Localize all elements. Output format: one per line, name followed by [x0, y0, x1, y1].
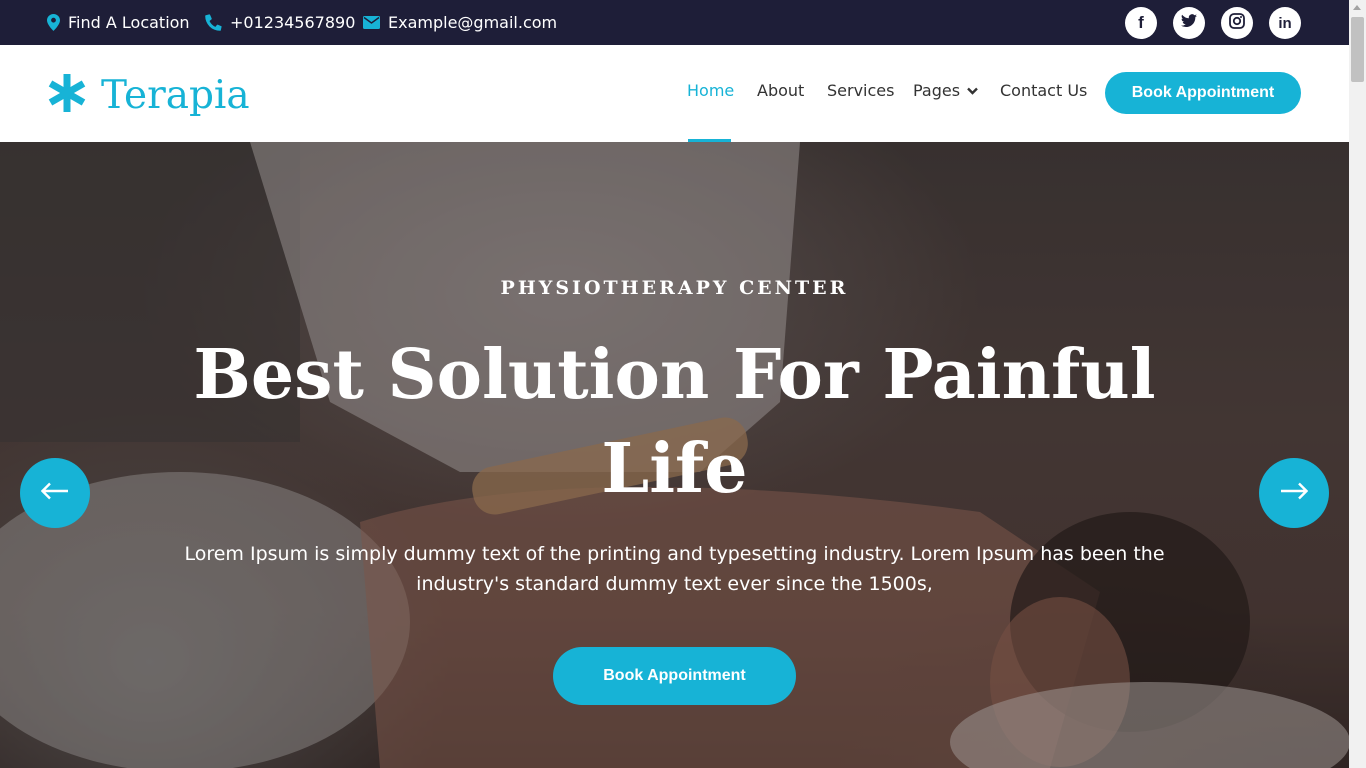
- nav-home[interactable]: Home: [687, 81, 734, 100]
- brand-logo[interactable]: Terapia: [47, 73, 250, 117]
- chevron-down-icon: [967, 87, 978, 95]
- nav-pages-label: Pages: [913, 81, 961, 100]
- instagram-icon: [1229, 13, 1245, 33]
- next-slide-button[interactable]: [1259, 458, 1329, 528]
- arrow-right-icon: [1280, 482, 1309, 504]
- main-navbar: Terapia Home About Services Pages Contac…: [0, 45, 1349, 142]
- nav-pages[interactable]: Pages: [913, 81, 978, 100]
- nav-services[interactable]: Services: [827, 81, 894, 100]
- scroll-up-arrow-icon[interactable]: [1353, 5, 1361, 10]
- hero-subtitle: PHYSIOTHERAPY CENTER: [500, 277, 849, 299]
- hero-description: Lorem Ipsum is simply dummy text of the …: [184, 543, 1165, 595]
- email-link[interactable]: Example@gmail.com: [363, 0, 557, 45]
- twitter-button[interactable]: [1173, 7, 1205, 39]
- map-pin-icon: [47, 14, 60, 31]
- envelope-icon: [363, 16, 380, 29]
- scrollbar-thumb[interactable]: [1351, 17, 1364, 82]
- book-appointment-hero-button[interactable]: Book Appointment: [553, 647, 796, 705]
- asterisk-logo-icon: [47, 73, 87, 117]
- hero-title: Best Solution For Painful Life: [193, 335, 1156, 509]
- nav-contact[interactable]: Contact Us: [1000, 81, 1087, 100]
- top-info-bar: Find A Location +01234567890 Example@gma…: [0, 0, 1349, 45]
- linkedin-button[interactable]: in: [1269, 7, 1301, 39]
- phone-link[interactable]: +01234567890: [205, 0, 355, 45]
- email-text: Example@gmail.com: [388, 13, 558, 32]
- arrow-left-icon: [40, 482, 69, 504]
- previous-slide-button[interactable]: [20, 458, 90, 528]
- twitter-icon: [1181, 14, 1197, 32]
- location-link[interactable]: Find A Location: [47, 0, 190, 45]
- page-scrollbar[interactable]: [1349, 0, 1366, 768]
- facebook-button[interactable]: f: [1125, 7, 1157, 39]
- phone-icon: [205, 14, 222, 31]
- nav-about[interactable]: About: [757, 81, 804, 100]
- book-appointment-nav-button[interactable]: Book Appointment: [1105, 72, 1301, 114]
- brand-name: Terapia: [101, 72, 250, 118]
- location-text: Find A Location: [68, 13, 190, 32]
- phone-text: +01234567890: [230, 13, 356, 32]
- hero-slider: PHYSIOTHERAPY CENTER Best Solution For P…: [0, 142, 1349, 768]
- instagram-button[interactable]: [1221, 7, 1253, 39]
- linkedin-icon: in: [1278, 14, 1292, 32]
- facebook-icon: f: [1138, 13, 1144, 32]
